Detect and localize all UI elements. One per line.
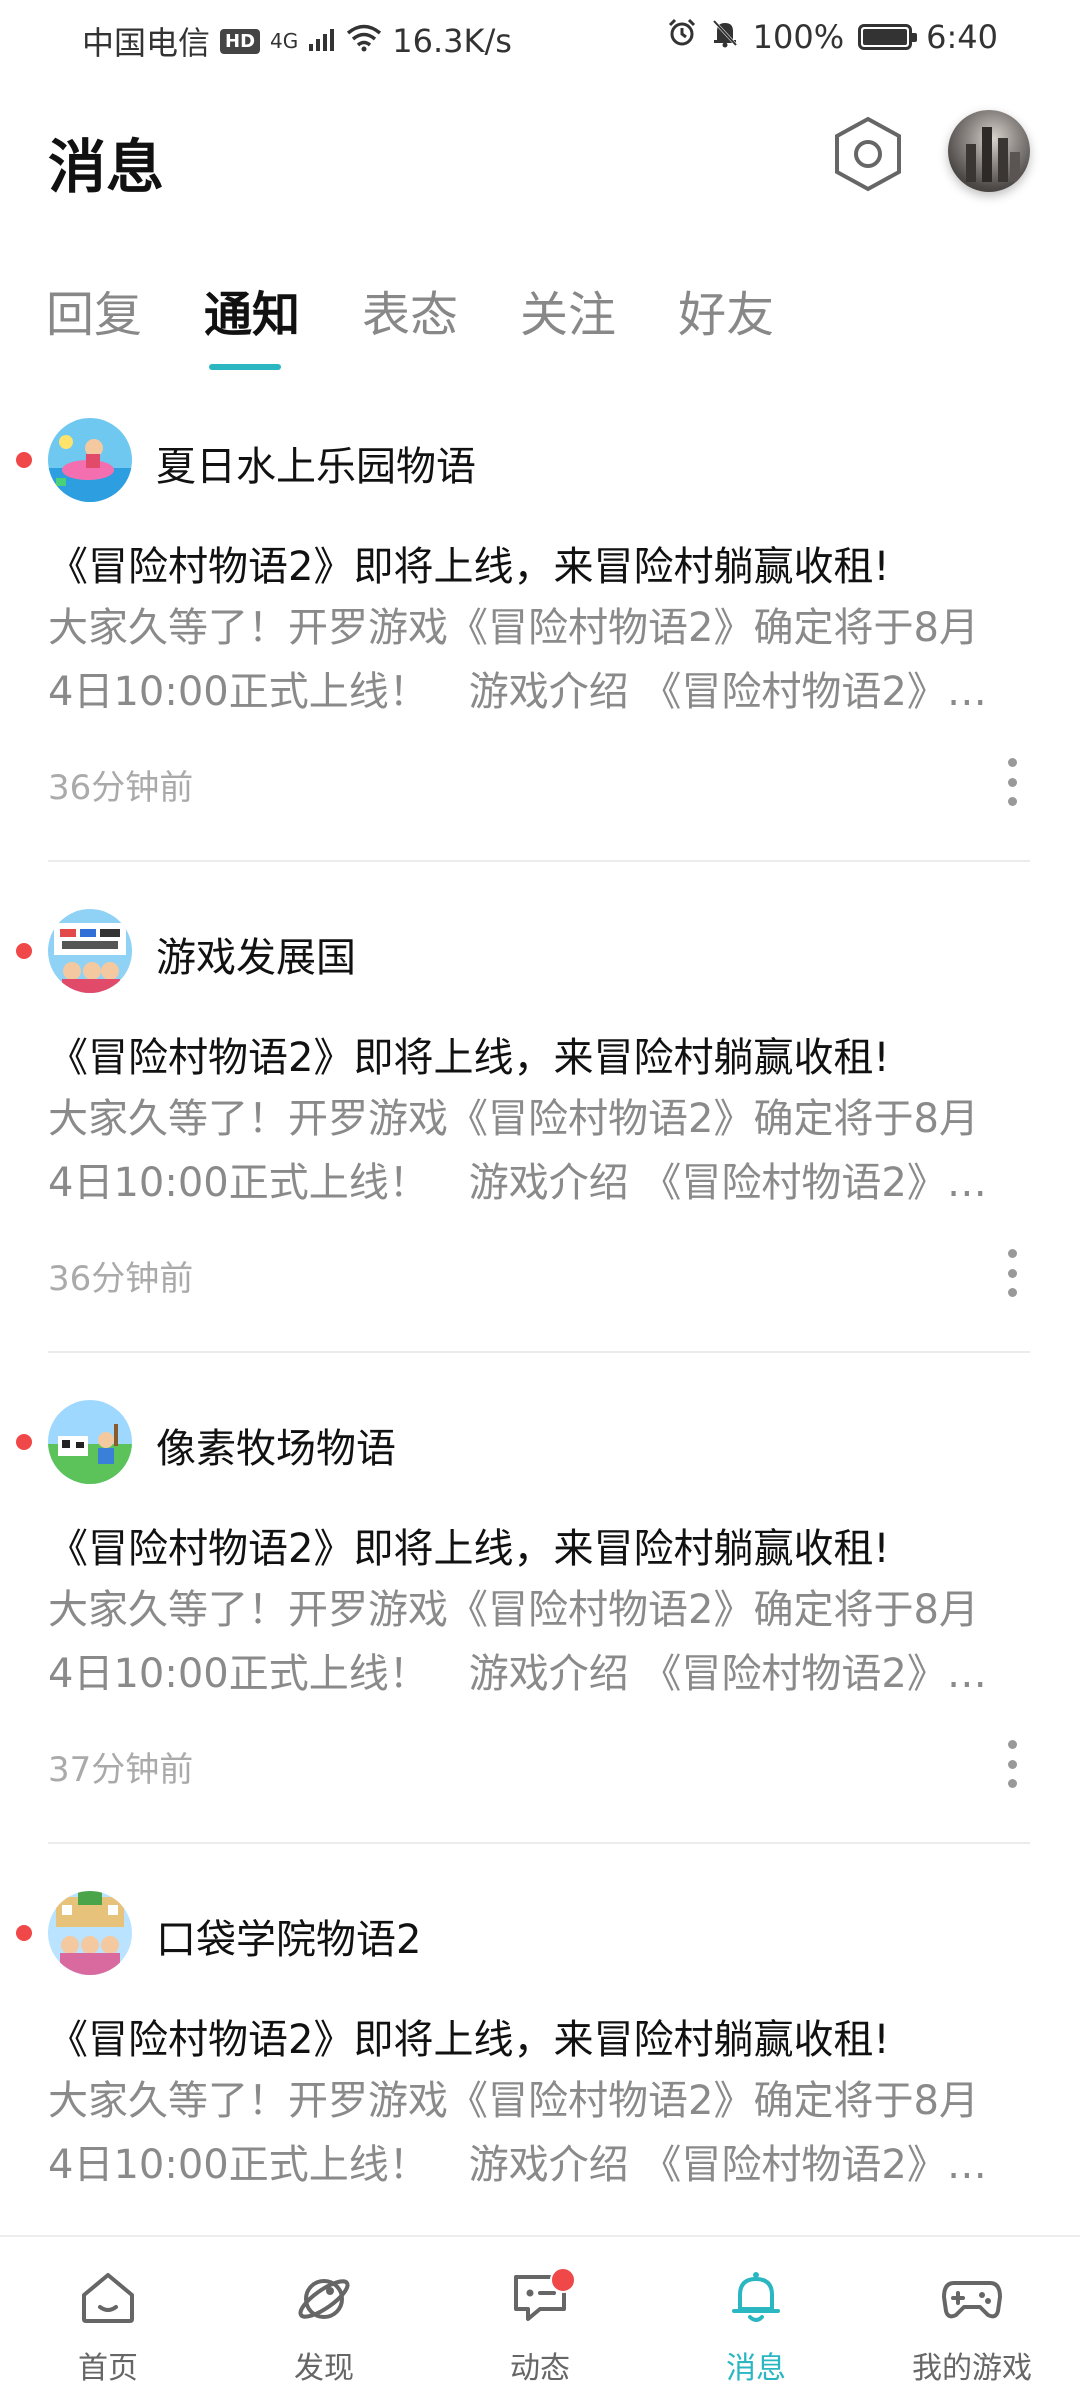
status-right: 100% 6:40: [667, 18, 998, 56]
summary-line-1: 大家久等了！开罗游戏《冒险村物语2》确定将于8月: [48, 605, 979, 651]
network-speed: 16.3K/s: [392, 22, 512, 60]
settings-button[interactable]: [830, 116, 906, 196]
unread-dot: [16, 943, 32, 959]
battery-percent: 100%: [752, 18, 845, 56]
more-options-icon[interactable]: [998, 1740, 1026, 1788]
notification-item[interactable]: 游戏发展国 《冒险村物语2》即将上线，来冒险村躺赢收租! 大家久等了！开罗游戏《冒险…: [0, 891, 1080, 1382]
settings-hex-icon: [833, 116, 903, 196]
status-bar: 中国电信 HD 4G 16.3K/s 100% 6:40: [0, 0, 1080, 72]
carrier-label: 中国电信: [82, 24, 211, 62]
game-icon[interactable]: [48, 418, 132, 502]
active-tab-indicator: [209, 364, 281, 370]
tab-4[interactable]: 好友: [678, 275, 774, 345]
nav-item-1[interactable]: 发现: [216, 2237, 432, 2400]
summary-line-2: 4日10:00正式上线！ 游戏介绍 《冒险村物语2》…: [48, 1160, 987, 1206]
nav-label: 首页: [78, 2351, 138, 2386]
wifi-icon: [346, 22, 382, 60]
nav-label: 动态: [510, 2351, 570, 2386]
unread-dot: [16, 1925, 32, 1941]
summary-line-1: 大家久等了！开罗游戏《冒险村物语2》确定将于8月: [48, 1587, 979, 1633]
game-icon[interactable]: [48, 1891, 132, 1975]
alarm-icon: [667, 18, 697, 56]
divider: [48, 1351, 1030, 1353]
summary-line-2: 4日10:00正式上线！ 游戏介绍 《冒险村物语2》…: [48, 2142, 987, 2188]
notification-summary: 大家久等了！开罗游戏《冒险村物语2》确定将于8月 4日10:00正式上线！ 游戏介…: [48, 1087, 1028, 1215]
hd-badge: HD: [220, 28, 261, 54]
notification-summary: 大家久等了！开罗游戏《冒险村物语2》确定将于8月 4日10:00正式上线！ 游戏介…: [48, 596, 1028, 724]
summary-line-1: 大家久等了！开罗游戏《冒险村物语2》确定将于8月: [48, 1096, 979, 1142]
clock: 6:40: [926, 18, 998, 56]
page-title: 消息: [48, 133, 165, 201]
notification-time: 37分钟前: [48, 1750, 194, 1790]
nav-label: 消息: [726, 2351, 786, 2386]
divider: [48, 1842, 1030, 1844]
notification-badge: [550, 2267, 576, 2293]
tab-1[interactable]: 通知: [204, 275, 300, 345]
summary-line-2: 4日10:00正式上线！ 游戏介绍 《冒险村物语2》…: [48, 669, 987, 715]
notification-time: 36分钟前: [48, 768, 194, 808]
game-name[interactable]: 游戏发展国: [156, 925, 356, 983]
divider: [48, 860, 1030, 862]
notification-summary: 大家久等了！开罗游戏《冒险村物语2》确定将于8月 4日10:00正式上线！ 游戏介…: [48, 2069, 1028, 2197]
nav-item-2[interactable]: 动态: [432, 2237, 648, 2400]
nav-label: 我的游戏: [912, 2351, 1032, 2386]
nav-item-0[interactable]: 首页: [0, 2237, 216, 2400]
message-tabs: 回复 通知 表态 关注 好友: [46, 275, 836, 345]
bell-icon: [726, 2269, 786, 2329]
bottom-nav: 首页 发现 动态 消息 我的游戏: [0, 2235, 1080, 2400]
planet-icon: [294, 2269, 354, 2329]
notification-headline[interactable]: 《冒险村物语2》即将上线，来冒险村躺赢收租!: [48, 534, 889, 592]
notification-time: 36分钟前: [48, 1259, 194, 1299]
unread-dot: [16, 1434, 32, 1450]
game-icon[interactable]: [48, 909, 132, 993]
messages-page: 中国电信 HD 4G 16.3K/s 100% 6:40 消息 回复 通知 表态…: [0, 0, 1080, 2400]
notification-list: 夏日水上乐园物语 《冒险村物语2》即将上线，来冒险村躺赢收租! 大家久等了！开罗游戏…: [0, 400, 1080, 2364]
summary-line-1: 大家久等了！开罗游戏《冒险村物语2》确定将于8月: [48, 2078, 979, 2124]
gamepad-icon: [940, 2269, 1004, 2329]
game-name[interactable]: 口袋学院物语2: [156, 1907, 421, 1965]
more-options-icon[interactable]: [998, 1249, 1026, 1297]
notification-headline[interactable]: 《冒险村物语2》即将上线，来冒险村躺赢收租!: [48, 1516, 889, 1574]
mute-bell-icon: [711, 18, 739, 56]
notification-headline[interactable]: 《冒险村物语2》即将上线，来冒险村躺赢收租!: [48, 2007, 889, 2065]
unread-dot: [16, 452, 32, 468]
network-type: 4G: [270, 29, 299, 53]
game-name[interactable]: 像素牧场物语: [156, 1416, 396, 1474]
status-left: 中国电信 HD 4G 16.3K/s: [82, 18, 512, 64]
summary-line-2: 4日10:00正式上线！ 游戏介绍 《冒险村物语2》…: [48, 1651, 987, 1697]
notification-item[interactable]: 像素牧场物语 《冒险村物语2》即将上线，来冒险村躺赢收租! 大家久等了！开罗游戏《冒…: [0, 1382, 1080, 1873]
user-avatar[interactable]: [948, 110, 1030, 192]
tab-0[interactable]: 回复: [46, 275, 142, 345]
battery-icon: [858, 24, 918, 50]
nav-label: 发现: [294, 2351, 354, 2386]
nav-item-3[interactable]: 消息: [648, 2237, 864, 2400]
game-name[interactable]: 夏日水上乐园物语: [156, 434, 476, 492]
notification-summary: 大家久等了！开罗游戏《冒险村物语2》确定将于8月 4日10:00正式上线！ 游戏介…: [48, 1578, 1028, 1706]
tab-3[interactable]: 关注: [520, 275, 616, 345]
notification-headline[interactable]: 《冒险村物语2》即将上线，来冒险村躺赢收租!: [48, 1025, 889, 1083]
nav-item-4[interactable]: 我的游戏: [864, 2237, 1080, 2400]
signal-icon: [308, 22, 336, 60]
notification-item[interactable]: 夏日水上乐园物语 《冒险村物语2》即将上线，来冒险村躺赢收租! 大家久等了！开罗游戏…: [0, 400, 1080, 891]
home-icon: [78, 2269, 138, 2329]
more-options-icon[interactable]: [998, 758, 1026, 806]
game-icon[interactable]: [48, 1400, 132, 1484]
tab-2[interactable]: 表态: [362, 275, 458, 345]
